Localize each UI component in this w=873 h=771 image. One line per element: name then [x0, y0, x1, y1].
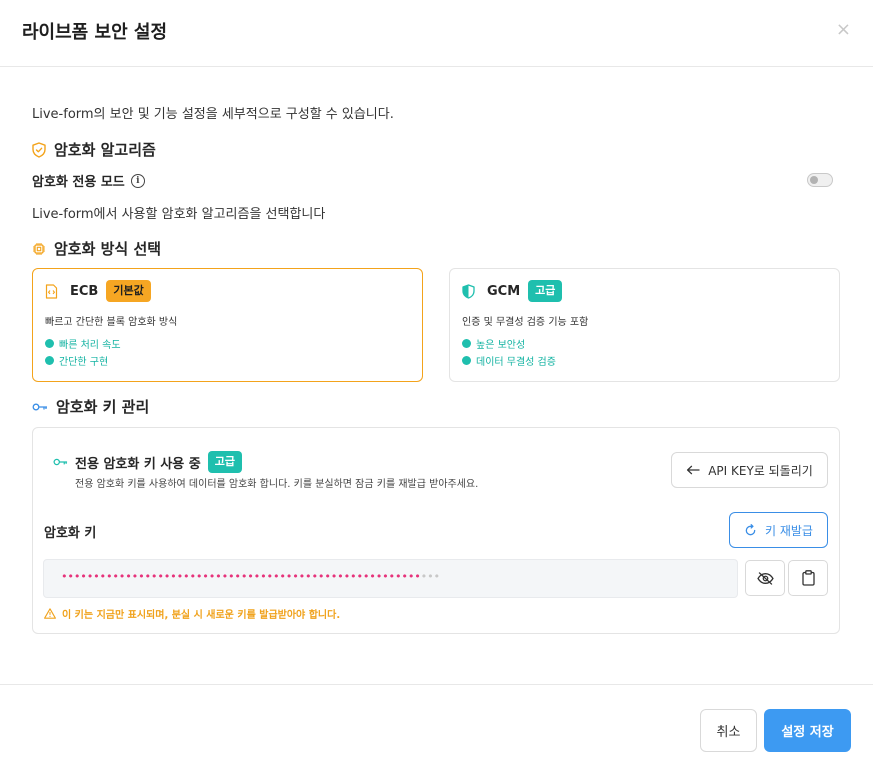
key-warning-text: 이 키는 지금만 표시되며, 분실 시 새로운 키를 발급받아야 합니다.: [62, 610, 341, 621]
key-status-badge: 고급: [207, 451, 242, 473]
warning-icon: [44, 608, 56, 619]
gcm-card-head: GCM 고급: [462, 280, 563, 302]
save-settings-button[interactable]: 설정 저장: [764, 709, 851, 752]
info-icon[interactable]: i: [130, 173, 145, 188]
ecb-description: 빠르고 간단한 블록 암호화 방식: [45, 317, 178, 328]
gcm-feature: 데이터 무결성 검증: [462, 353, 556, 368]
feature-dot-icon: [45, 356, 54, 365]
key-status-head: 전용 암호화 키 사용 중 고급: [53, 451, 242, 473]
chip-icon: [33, 242, 45, 255]
gcm-description: 인증 및 무결성 검증 기능 포함: [462, 317, 589, 328]
modal-description: Live-form의 보안 및 기능 설정을 세부적으로 구성할 수 있습니다.: [32, 107, 394, 122]
key-teal-icon: [53, 458, 68, 466]
key-title-text: 암호화 키 관리: [56, 398, 150, 416]
advanced-badge: 고급: [528, 280, 563, 302]
toggle-visibility-button[interactable]: [745, 560, 785, 596]
key-management-panel: 전용 암호화 키 사용 중 고급 전용 암호화 키를 사용하여 데이터를 암호화…: [32, 427, 840, 634]
ecb-feature: 빠른 처리 속도: [45, 336, 121, 351]
close-icon[interactable]: ×: [836, 20, 851, 40]
method-title-text: 암호화 방식 선택: [54, 240, 162, 258]
ecb-card-head: ECB 기본값: [45, 280, 151, 302]
key-label: 암호화 키: [44, 526, 97, 541]
revert-button-label: API KEY로 되돌리기: [708, 463, 813, 478]
algorithm-select-description: Live-form에서 사용할 암호화 알고리즘을 선택합니다: [32, 207, 326, 222]
feature-dot-icon: [462, 339, 471, 348]
revert-api-key-button[interactable]: API KEY로 되돌리기: [671, 452, 828, 488]
reissue-button-label: 키 재발급: [765, 523, 813, 538]
exclusive-mode-toggle[interactable]: [807, 173, 833, 187]
gcm-feature: 높은 보안성: [462, 336, 525, 351]
shield-check-icon: [32, 141, 46, 158]
key-icon: [32, 403, 47, 410]
default-badge: 기본값: [106, 280, 151, 302]
ecb-feature-text: 간단한 구현: [59, 357, 109, 368]
ecb-feature: 간단한 구현: [45, 353, 108, 368]
gcm-name: GCM: [487, 283, 521, 299]
algorithm-title-text: 암호화 알고리즘: [54, 141, 156, 159]
feature-dot-icon: [462, 356, 471, 365]
method-option-gcm[interactable]: GCM 고급 인증 및 무결성 검증 기능 포함 높은 보안성 데이터 무결성 …: [449, 268, 840, 382]
modal-header: 라이브폼 보안 설정 ×: [0, 0, 873, 67]
ecb-feature-text: 빠른 처리 속도: [59, 340, 121, 351]
masked-key-value: ••••••••••••••••••••••••••••••••••••••••…: [61, 570, 440, 583]
reissue-key-button[interactable]: 키 재발급: [729, 512, 828, 548]
clipboard-icon: [801, 570, 815, 586]
arrow-left-icon: [687, 465, 700, 475]
key-status-title: 전용 암호화 키 사용 중: [75, 456, 201, 472]
method-option-ecb[interactable]: ECB 기본값 빠르고 간단한 블록 암호화 방식 빠른 처리 속도 간단한 구…: [32, 268, 423, 382]
exclusive-mode-label: 암호화 전용 모드: [32, 175, 125, 190]
feature-dot-icon: [45, 339, 54, 348]
toggle-knob: [810, 176, 818, 184]
eye-off-icon: [756, 571, 774, 585]
gcm-feature-text: 데이터 무결성 검증: [476, 357, 556, 368]
gcm-feature-text: 높은 보안성: [476, 340, 526, 351]
masked-key-dots: ••••••••••••••••••••••••••••••••••••••••…: [61, 570, 421, 583]
modal-title: 라이브폼 보안 설정: [22, 22, 168, 43]
code-file-icon: [45, 283, 58, 299]
method-section-title: 암호화 방식 선택: [32, 238, 161, 259]
exclusive-mode-row: 암호화 전용 모드 i: [32, 171, 145, 190]
key-warning: 이 키는 지금만 표시되며, 분실 시 새로운 키를 발급받아야 합니다.: [44, 606, 340, 621]
masked-key-tail: •••: [420, 570, 440, 583]
key-section-title: 암호화 키 관리: [32, 396, 149, 417]
key-value-field[interactable]: ••••••••••••••••••••••••••••••••••••••••…: [43, 559, 738, 598]
cancel-button[interactable]: 취소: [700, 709, 757, 752]
ecb-name: ECB: [70, 283, 99, 299]
algorithm-section-title: 암호화 알고리즘: [32, 139, 156, 160]
copy-key-button[interactable]: [788, 560, 828, 596]
shield-half-icon: [462, 283, 475, 299]
refresh-icon: [745, 523, 756, 535]
key-status-description: 전용 암호화 키를 사용하여 데이터를 암호화 합니다. 키를 분실하면 잠금 …: [75, 479, 479, 490]
